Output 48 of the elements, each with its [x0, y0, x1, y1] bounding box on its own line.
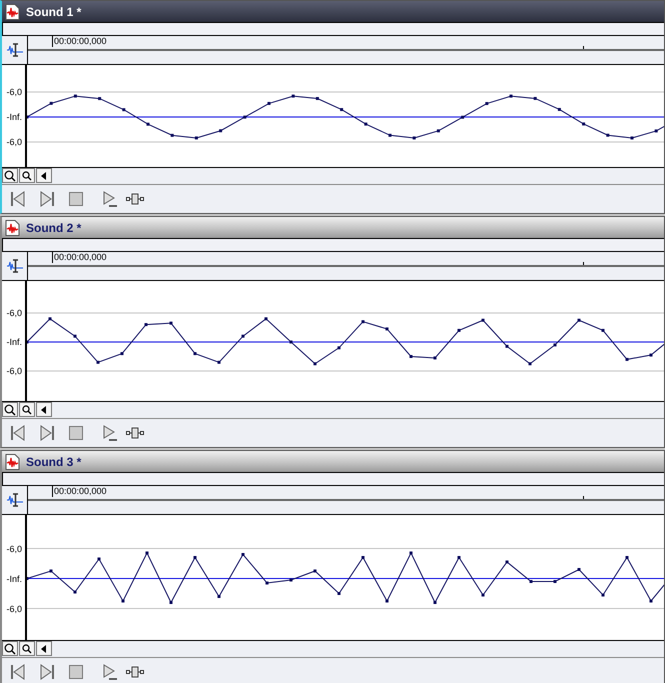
scroll-left-button[interactable]	[36, 641, 52, 656]
axis-label: -6,0	[6, 308, 22, 318]
zoom-in-button[interactable]	[19, 641, 35, 656]
axis-label: -6,0	[6, 604, 22, 614]
window-title: Sound 1 *	[26, 4, 82, 18]
slider-icon[interactable]	[126, 193, 144, 205]
sound-file-icon	[5, 220, 20, 236]
slider-icon[interactable]	[126, 427, 144, 439]
zoom-in-button[interactable]	[19, 168, 35, 183]
go-to-start-button[interactable]	[10, 191, 26, 207]
caret-left-icon	[41, 644, 47, 652]
stop-button[interactable]	[68, 664, 84, 680]
go-to-end-button[interactable]	[39, 664, 55, 680]
waveform-cursor-icon[interactable]	[6, 258, 24, 274]
axis-label: -Inf.	[6, 574, 22, 584]
scroll-left-button[interactable]	[36, 402, 52, 417]
sound-file-icon	[5, 4, 20, 20]
timecode-label: 00:00:00,000	[52, 252, 107, 263]
stop-button[interactable]	[68, 425, 84, 441]
scroll-left-button[interactable]	[36, 168, 52, 183]
stop-button[interactable]	[68, 191, 84, 207]
window-title: Sound 2 *	[26, 220, 82, 234]
go-to-end-button[interactable]	[39, 191, 55, 207]
go-to-start-button[interactable]	[10, 664, 26, 680]
axis-label: -6,0	[6, 544, 22, 554]
axis-label: -6,0	[6, 366, 22, 376]
go-to-end-button[interactable]	[39, 425, 55, 441]
play-button[interactable]	[102, 191, 118, 207]
waveform-cursor-icon[interactable]	[6, 492, 24, 508]
zoom-out-button[interactable]	[2, 641, 18, 656]
slider-icon[interactable]	[126, 666, 144, 678]
caret-left-icon	[41, 172, 47, 180]
timecode-label: 00:00:00,000	[52, 486, 107, 497]
go-to-start-button[interactable]	[10, 425, 26, 441]
zoom-out-button[interactable]	[2, 402, 18, 417]
zoom-out-button[interactable]	[2, 168, 18, 183]
window-title: Sound 3 *	[26, 454, 82, 468]
axis-label: -6,0	[6, 137, 22, 147]
play-button[interactable]	[102, 664, 118, 680]
axis-label: -6,0	[6, 87, 22, 97]
timecode-label: 00:00:00,000	[52, 36, 107, 47]
play-button[interactable]	[102, 425, 118, 441]
axis-label: -Inf.	[6, 112, 22, 122]
axis-label: -Inf.	[6, 337, 22, 347]
zoom-in-button[interactable]	[19, 402, 35, 417]
caret-left-icon	[41, 406, 47, 414]
waveform-cursor-icon[interactable]	[6, 42, 24, 58]
sound-file-icon	[5, 454, 20, 470]
